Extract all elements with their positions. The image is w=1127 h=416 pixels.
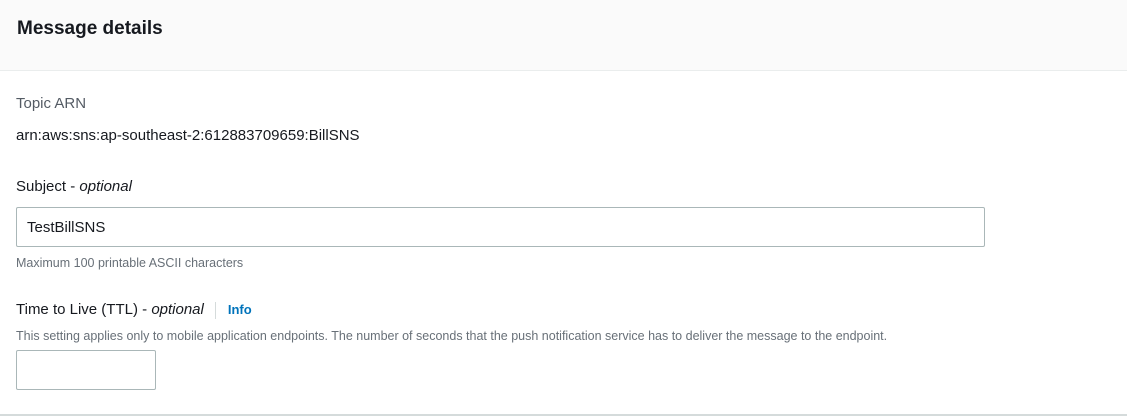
ttl-input[interactable] <box>16 350 156 390</box>
ttl-info-divider <box>214 301 216 319</box>
panel-header: Message details <box>0 0 1127 71</box>
ttl-info-link[interactable]: Info <box>228 300 252 320</box>
topic-arn-label: Topic ARN <box>16 95 87 112</box>
subject-label: Subject - optional <box>16 177 132 197</box>
topic-arn-value: arn:aws:sns:ap-southeast-2:612883709659:… <box>16 127 360 144</box>
panel-title: Message details <box>17 18 163 39</box>
ttl-optional-text: optional <box>151 301 204 318</box>
subject-label-separator: - <box>66 178 80 195</box>
subject-constraint-text: Maximum 100 printable ASCII characters <box>16 256 244 270</box>
message-details-panel: Message details Topic ARN arn:aws:sns:ap… <box>0 0 1127 416</box>
ttl-label-text: Time to Live (TTL) <box>16 301 138 318</box>
ttl-description: This setting applies only to mobile appl… <box>16 329 888 343</box>
ttl-label-separator: - <box>137 301 152 318</box>
subject-optional-text: optional <box>79 178 132 195</box>
ttl-label-row: Time to Live (TTL) - optional Info <box>16 300 252 320</box>
ttl-label: Time to Live (TTL) - optional <box>16 300 204 320</box>
subject-input[interactable] <box>16 207 985 247</box>
subject-label-text: Subject <box>16 178 67 195</box>
